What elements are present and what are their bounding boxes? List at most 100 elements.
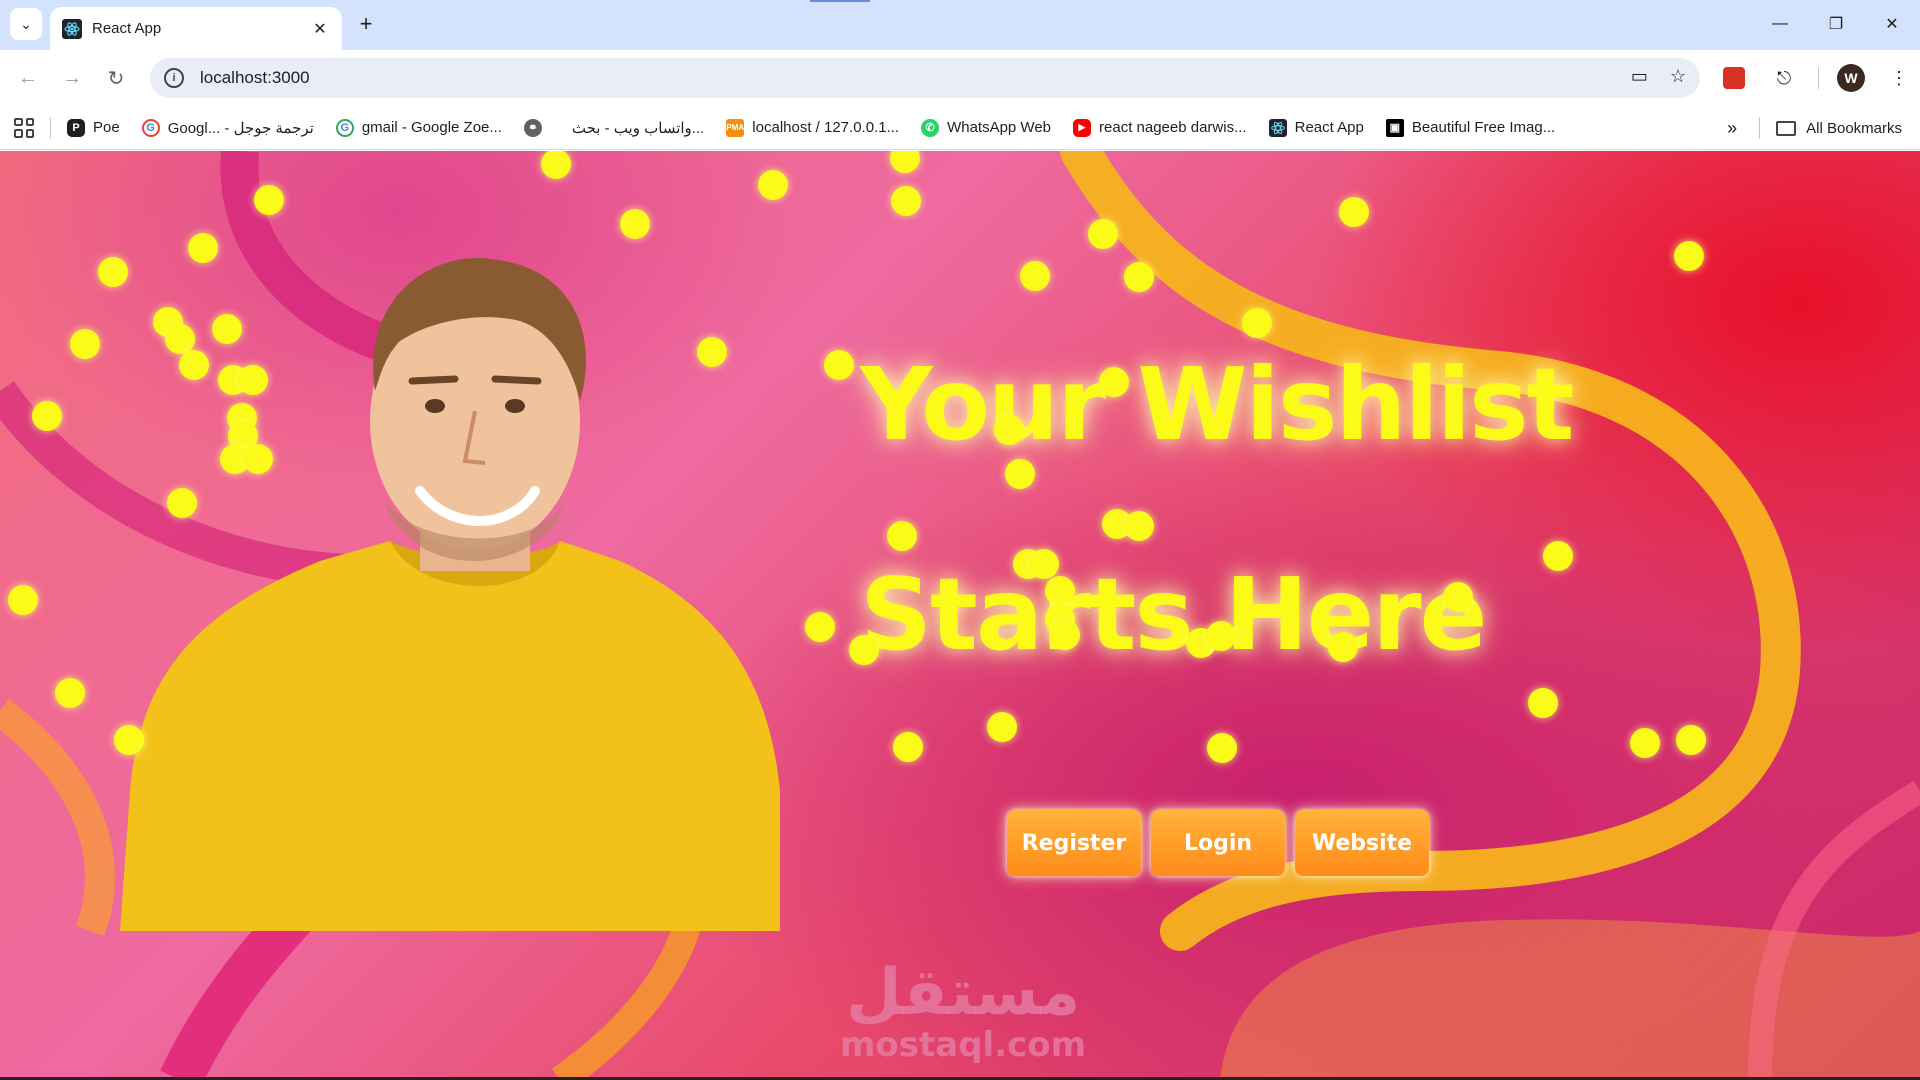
decorative-dot: [1443, 582, 1473, 612]
decorative-dot: [212, 314, 242, 344]
bookmark-label: WhatsApp Web: [947, 119, 1052, 136]
extensions-area: ⎋ W ⋮: [1718, 62, 1915, 94]
bookmark-label: Beautiful Free Imag...: [1411, 119, 1556, 136]
watermark-arabic: مستقل: [846, 956, 1081, 1030]
google-icon: G: [141, 118, 160, 137]
google-icon: G: [335, 118, 354, 137]
minimize-icon[interactable]: —: [1752, 0, 1808, 48]
address-bar[interactable]: i localhost:3000 ▭ ☆: [150, 58, 1700, 98]
puzzle-extensions-icon[interactable]: ⎋: [1768, 62, 1800, 94]
bookmark-whatsapp-web[interactable]: ✆ WhatsApp Web: [921, 118, 1052, 137]
decorative-dot: [1528, 688, 1558, 718]
decorative-dot: [1099, 367, 1129, 397]
poe-icon: P: [67, 118, 85, 137]
decorative-dot: [1676, 725, 1706, 755]
bookmark-globe[interactable]: ⚭: [523, 118, 550, 137]
whatsapp-icon: ✆: [921, 118, 940, 137]
website-button[interactable]: Website: [1295, 810, 1429, 876]
profile-avatar[interactable]: W: [1837, 64, 1865, 92]
chevron-double-right-icon[interactable]: »: [1727, 118, 1737, 139]
decorative-dot: [987, 712, 1017, 742]
tab-react-app[interactable]: React App ✕: [50, 7, 342, 50]
decorative-dot: [55, 678, 85, 708]
browser-toolbar: ← → ↻ i localhost:3000 ▭ ☆ ⎋ W ⋮: [0, 50, 1920, 106]
decorative-dot: [1124, 511, 1154, 541]
decorative-dot: [238, 365, 268, 395]
bookmark-label: localhost / 127.0.0.1...: [752, 119, 900, 136]
decorative-dot: [1339, 197, 1369, 227]
cta-buttons: Register Login Website: [1007, 810, 1429, 876]
hero-title-line1: Your Wishlist: [860, 346, 1574, 463]
all-bookmarks-button[interactable]: All Bookmarks: [1776, 120, 1902, 137]
decorative-dot: [887, 521, 917, 551]
back-arrow-icon[interactable]: ←: [12, 62, 44, 94]
bookmark-star-icon[interactable]: ☆: [1670, 66, 1686, 87]
menu-kebab-icon[interactable]: ⋮: [1883, 62, 1915, 94]
reload-icon[interactable]: ↻: [100, 62, 132, 94]
close-icon[interactable]: ✕: [310, 19, 330, 39]
decorative-dot: [849, 635, 879, 665]
decorative-dot: [620, 209, 650, 239]
close-icon[interactable]: ✕: [1864, 0, 1920, 48]
install-app-icon[interactable]: ▭: [1631, 66, 1648, 87]
bookmark-poe[interactable]: P Poe: [67, 118, 120, 137]
bookmark-react-app[interactable]: React App: [1268, 118, 1364, 137]
bookmark-label: react nageeb darwis...: [1099, 119, 1247, 136]
decorative-dot: [1674, 241, 1704, 271]
decorative-dot: [1207, 733, 1237, 763]
phpmyadmin-icon: PMA: [726, 118, 745, 137]
decorative-dot: [1630, 728, 1660, 758]
bookmarks-divider: [1759, 117, 1761, 139]
decorative-dot: [824, 350, 854, 380]
decorative-dot: [1088, 219, 1118, 249]
bookmark-gmail-google[interactable]: G gmail - Google Zoe...: [335, 118, 502, 137]
decorative-dot: [1328, 632, 1358, 662]
bookmarks-right: » All Bookmarks: [1727, 106, 1902, 150]
tab-strip: ⌄ React App ✕ + — ❐ ✕: [0, 0, 1920, 50]
decorative-dot: [758, 170, 788, 200]
address-bar-url[interactable]: localhost:3000: [200, 68, 310, 88]
react-icon: [1268, 118, 1287, 137]
toolbar-divider: [1818, 67, 1819, 89]
bookmark-label: Googl... - ترجمة جوجل: [167, 119, 314, 137]
decorative-dot: [167, 488, 197, 518]
bookmark-label: React App: [1294, 119, 1364, 136]
tab-title: React App: [92, 20, 162, 37]
unsplash-icon: ▣: [1385, 118, 1404, 137]
decorative-dot: [1206, 621, 1236, 651]
bookmark-whatsapp-search[interactable]: واتساب ويب - بحث...: [572, 119, 704, 137]
decorative-dot: [188, 233, 218, 263]
decorative-dot: [114, 725, 144, 755]
tab-search-chevron-down-icon[interactable]: ⌄: [10, 8, 42, 40]
bookmark-unsplash[interactable]: ▣ Beautiful Free Imag...: [1385, 118, 1556, 137]
folder-icon: [1776, 120, 1797, 136]
decorative-dot: [1543, 541, 1573, 571]
login-button[interactable]: Login: [1151, 810, 1285, 876]
apps-grid-icon[interactable]: [14, 117, 34, 138]
decorative-dot: [891, 186, 921, 216]
decorative-dot: [243, 444, 273, 474]
plus-icon[interactable]: +: [352, 10, 380, 38]
window-controls: — ❐ ✕: [1752, 0, 1920, 50]
bookmark-label: gmail - Google Zoe...: [361, 119, 502, 136]
extension-red-icon[interactable]: [1718, 62, 1750, 94]
decorative-dot: [70, 329, 100, 359]
bookmark-phpmyadmin[interactable]: PMA localhost / 127.0.0.1...: [726, 118, 900, 137]
bookmark-youtube[interactable]: ▶ react nageeb darwis...: [1073, 118, 1247, 137]
decorative-dot: [98, 257, 128, 287]
decorative-dot: [1045, 576, 1075, 606]
mostaql-watermark: مستقل mostaql.com: [840, 961, 1086, 1065]
forward-arrow-icon[interactable]: →: [56, 62, 88, 94]
bookmark-google-translate[interactable]: G Googl... - ترجمة جوجل: [141, 118, 314, 137]
all-bookmarks-label: All Bookmarks: [1806, 119, 1902, 137]
decorative-dot: [1029, 549, 1059, 579]
register-button[interactable]: Register: [1007, 810, 1141, 876]
restore-icon[interactable]: ❐: [1808, 0, 1864, 48]
site-info-icon[interactable]: i: [164, 68, 184, 88]
bookmarks-bar: P Poe G Googl... - ترجمة جوجل G gmail - …: [0, 106, 1920, 150]
watermark-latin: mostaql.com: [840, 1025, 1087, 1065]
react-icon: [62, 18, 82, 39]
decorative-dot: [1242, 308, 1272, 338]
decorative-dot: [697, 337, 727, 367]
decorative-dot: [1124, 262, 1154, 292]
